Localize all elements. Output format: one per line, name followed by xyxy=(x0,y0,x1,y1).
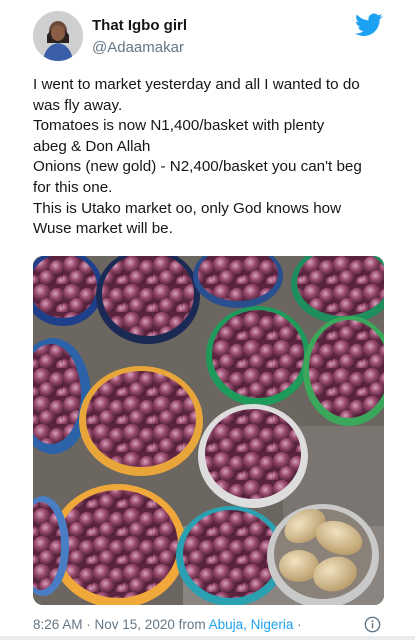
location-link[interactable]: Abuja, Nigeria xyxy=(209,617,294,632)
meta-from: from xyxy=(174,617,209,632)
tweet-time[interactable]: 8:26 AM xyxy=(33,617,83,632)
tweet-line: This is Utako market oo, only God knows … xyxy=(33,199,342,217)
tweet-line: Wuse market will be. xyxy=(33,220,173,238)
info-icon[interactable] xyxy=(364,616,381,633)
meta-separator: · xyxy=(82,617,95,632)
tweet-photo[interactable] xyxy=(33,256,384,605)
meta-separator: · xyxy=(293,617,302,632)
avatar[interactable] xyxy=(33,11,83,61)
twitter-bird-icon[interactable] xyxy=(355,13,383,37)
tweet-line: I went to market yesterday and all I wan… xyxy=(33,76,360,93)
avatar-image xyxy=(33,11,83,61)
tweet-line: for this one. xyxy=(33,178,113,196)
tweet-line: was fly away. xyxy=(33,96,123,114)
tweet-line: Tomatoes is now N1,400/basket with plent… xyxy=(33,117,325,135)
tweet-line: Onions (new gold) - N2,400/basket you ca… xyxy=(33,158,362,176)
tweet-card: That Igbo girl @Adaamakar I went to mark… xyxy=(0,0,415,640)
tweet-metadata: 8:26 AM · Nov 15, 2020 from Abuja, Niger… xyxy=(33,617,302,632)
card-bottom-edge xyxy=(0,636,415,640)
tweet-date[interactable]: Nov 15, 2020 xyxy=(95,617,175,632)
display-name[interactable]: That Igbo girl xyxy=(92,17,187,34)
tweet-text: I went to market yesterday and all I wan… xyxy=(33,75,393,240)
onion-baskets-photo xyxy=(33,256,384,605)
tweet-line: abeg & Don Allah xyxy=(33,137,151,155)
user-handle[interactable]: @Adaamakar xyxy=(92,39,184,56)
